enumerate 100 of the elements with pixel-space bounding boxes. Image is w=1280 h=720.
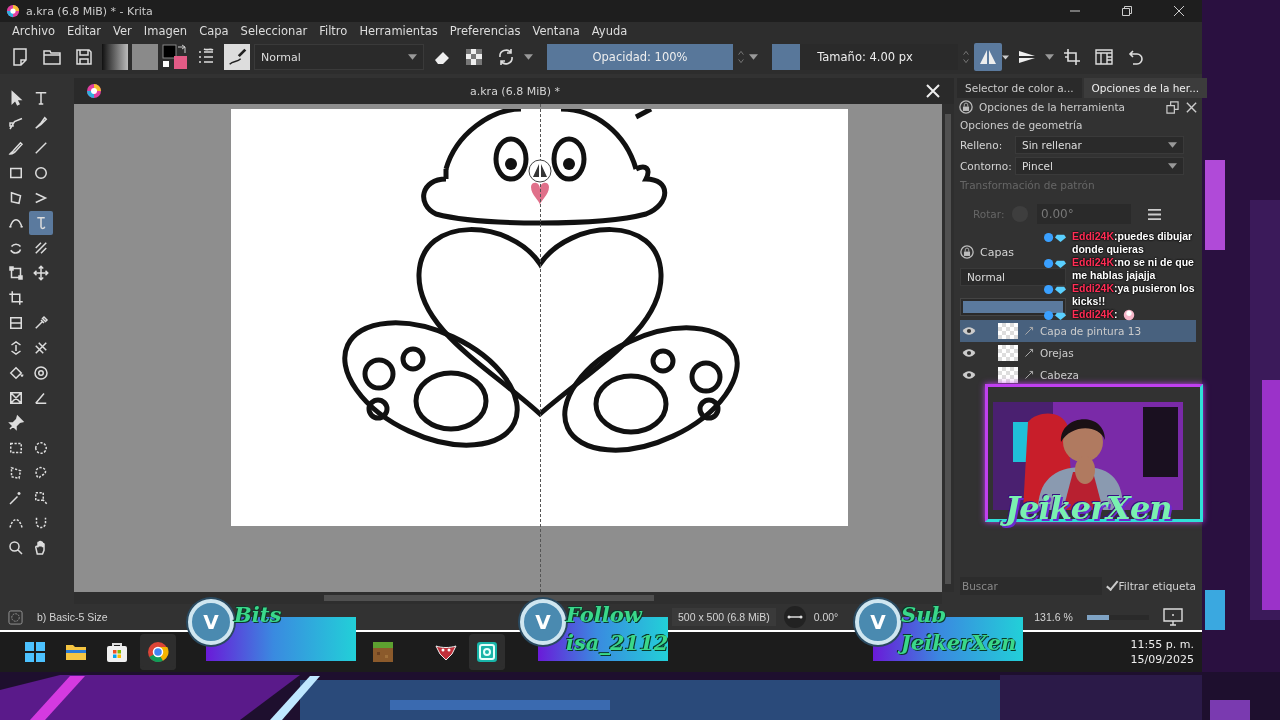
layer-blend-dropdown[interactable]: Normal bbox=[960, 268, 1066, 286]
opacity-slider[interactable]: Opacidad: 100% bbox=[547, 44, 733, 70]
option-dropdown[interactable]: Sin rellenar bbox=[1015, 135, 1184, 154]
search-field[interactable]: Buscar bbox=[960, 577, 1102, 595]
menu-item[interactable]: Editar bbox=[61, 24, 108, 38]
mirror-handle-icon[interactable] bbox=[528, 159, 552, 183]
document-tab[interactable]: a.kra (6.8 MiB) * bbox=[74, 78, 954, 104]
calligraphy-icon bbox=[32, 114, 50, 132]
section-title: Opciones de geometría bbox=[960, 118, 1084, 133]
move-icon bbox=[32, 264, 50, 282]
zoom-slider[interactable] bbox=[1086, 614, 1149, 620]
layer-row[interactable]: Cabeza bbox=[960, 364, 1196, 386]
taskbar-app[interactable] bbox=[140, 634, 176, 670]
menu-item[interactable]: Herramientas bbox=[353, 24, 444, 38]
enclosure-fill-icon bbox=[32, 364, 50, 382]
monitor-icon[interactable] bbox=[1162, 608, 1183, 626]
caret-icon bbox=[524, 54, 533, 60]
krita-logo-icon bbox=[6, 4, 20, 18]
menu-icon[interactable] bbox=[1147, 207, 1162, 221]
chat-badges-icon bbox=[1042, 284, 1068, 295]
chat-message: Eddi24K:ya pusieron los kicks!! bbox=[1072, 282, 1196, 307]
line-icon bbox=[32, 139, 50, 157]
rotation-angle: 0.00° bbox=[813, 611, 839, 623]
workspace-icon bbox=[1094, 47, 1114, 67]
caret-icon bbox=[408, 54, 417, 60]
taskbar-app[interactable] bbox=[469, 634, 505, 670]
transform-icon bbox=[7, 264, 25, 282]
horizontal-scrollbar[interactable] bbox=[74, 592, 942, 604]
pin-icon bbox=[7, 414, 25, 432]
eye-icon[interactable] bbox=[962, 348, 976, 358]
layer-thumbnail bbox=[998, 367, 1018, 383]
close-icon[interactable] bbox=[1185, 100, 1198, 114]
menu-item[interactable]: Imagen bbox=[137, 24, 194, 38]
menu-item[interactable]: Ver bbox=[107, 24, 138, 38]
windows-icon bbox=[23, 640, 47, 664]
lock-icon[interactable] bbox=[959, 100, 973, 114]
krita-logo-icon bbox=[86, 83, 102, 99]
layer-name: Capa de pintura 13 bbox=[1040, 325, 1142, 337]
sticker-icon bbox=[1121, 308, 1136, 322]
eye-icon[interactable] bbox=[962, 370, 976, 380]
layer-thumbnail bbox=[998, 323, 1018, 339]
menu-item[interactable]: Capa bbox=[193, 24, 235, 38]
brush-outline-icon bbox=[8, 609, 23, 625]
menu-item[interactable]: Seleccionar bbox=[234, 24, 314, 38]
panel-title: Capas bbox=[980, 245, 1014, 259]
caret-icon bbox=[1045, 54, 1054, 60]
grass-block-icon bbox=[371, 640, 395, 664]
float-icon[interactable] bbox=[1166, 100, 1179, 114]
window-title: a.kra (6.8 MiB) * - Krita bbox=[26, 4, 153, 18]
clock-date: 15/09/2025 bbox=[1130, 652, 1194, 667]
layer-row[interactable]: Orejas bbox=[960, 342, 1196, 364]
canvas-area[interactable] bbox=[74, 104, 942, 592]
menu-item[interactable]: Preferencias bbox=[443, 24, 527, 38]
layer-name: Cabeza bbox=[1040, 369, 1079, 381]
crop-icon bbox=[7, 289, 25, 307]
field-label: Contorno: bbox=[960, 159, 1013, 172]
camera-app-icon bbox=[475, 640, 499, 664]
pattern-swatch[interactable] bbox=[132, 44, 158, 70]
layer-name: Orejas bbox=[1040, 347, 1074, 359]
image-size: 500 x 500 (6.8 MiB) bbox=[672, 608, 776, 626]
fill-icon bbox=[7, 364, 25, 382]
coin-badge: V bbox=[520, 599, 566, 645]
panel-title: Opciones de la herramienta bbox=[979, 101, 1125, 113]
browser-icon bbox=[146, 640, 170, 664]
gradient-swatch[interactable] bbox=[102, 44, 128, 70]
document-title: a.kra (6.8 MiB) * bbox=[470, 84, 561, 98]
save-icon bbox=[74, 47, 94, 67]
wrap-icon bbox=[1062, 47, 1082, 67]
dock-tab[interactable]: Opciones de la her... bbox=[1083, 78, 1208, 98]
zoom-icon bbox=[7, 539, 25, 557]
caret-icon bbox=[1168, 162, 1177, 169]
brush-preset-button[interactable] bbox=[224, 44, 250, 70]
option-dropdown[interactable]: Pincel bbox=[1015, 156, 1184, 175]
chat-badges-icon bbox=[1042, 258, 1068, 269]
dock-tab[interactable]: Selector de color a... bbox=[957, 78, 1082, 98]
assistant-icon bbox=[32, 339, 50, 357]
blend-mode-dropdown[interactable]: Normal bbox=[254, 44, 424, 70]
menu-item[interactable]: Ayuda bbox=[585, 24, 634, 38]
caret-icon bbox=[749, 54, 758, 60]
chat-badges-icon bbox=[1042, 310, 1068, 321]
mirror-horizontal-button[interactable] bbox=[974, 43, 1002, 71]
eye-icon[interactable] bbox=[962, 326, 976, 336]
menu-item[interactable]: Archivo bbox=[6, 24, 61, 38]
lock-icon[interactable] bbox=[960, 245, 974, 259]
checkerboard-icon bbox=[464, 47, 484, 67]
layer-thumbnail bbox=[998, 345, 1018, 361]
menu-item[interactable]: Ventana bbox=[526, 24, 586, 38]
filter-tag-checkbox[interactable]: Filtrar etiqueta bbox=[1107, 580, 1196, 592]
caret-icon bbox=[1168, 141, 1177, 148]
vertical-scrollbar[interactable] bbox=[942, 104, 954, 592]
close-icon bbox=[1174, 6, 1184, 16]
rotation-icon[interactable] bbox=[783, 606, 806, 628]
layer-row[interactable]: Capa de pintura 13 bbox=[960, 320, 1196, 342]
drawing-canvas[interactable] bbox=[231, 109, 848, 526]
new-document-icon bbox=[10, 47, 30, 67]
coin-badge: V bbox=[188, 599, 234, 645]
restore-icon bbox=[1122, 6, 1132, 16]
menu-item[interactable]: Filtro bbox=[313, 24, 354, 38]
store-icon bbox=[105, 640, 129, 664]
grid-icon bbox=[7, 389, 25, 407]
